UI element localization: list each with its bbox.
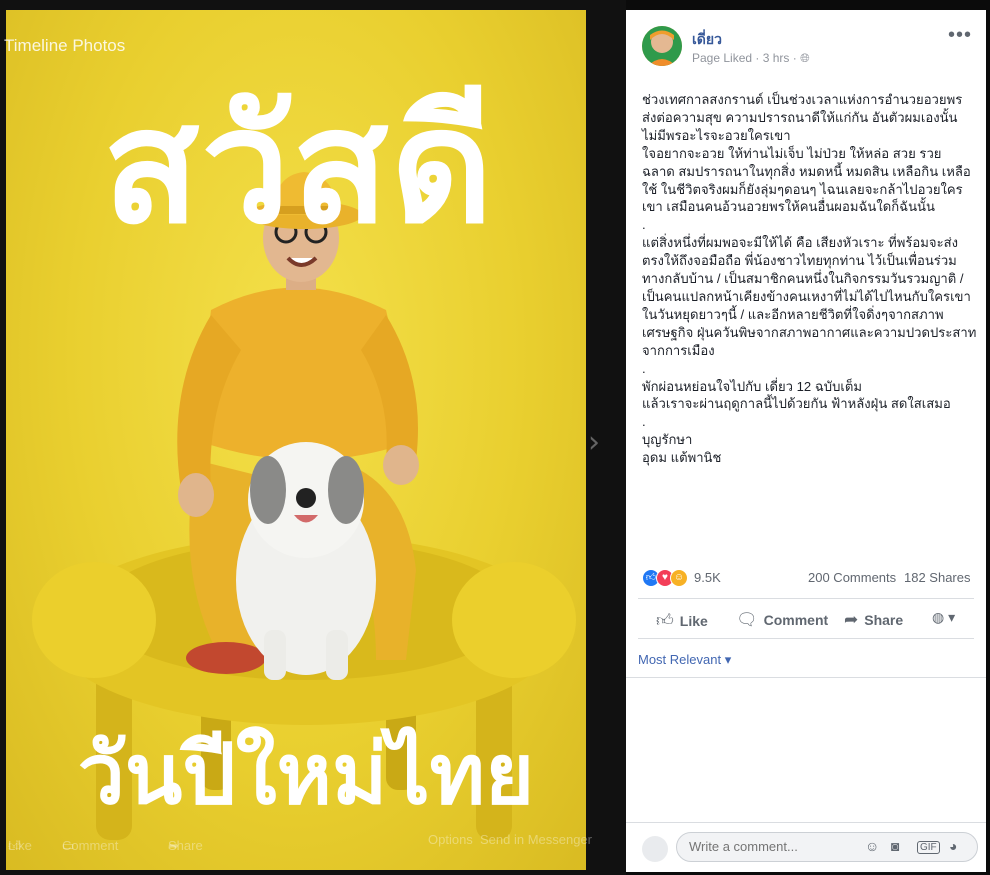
photo-headline-bottom: วันปีใหม่ไทย [77,725,535,823]
share-button[interactable]: ➦ Share [844,610,903,630]
send-in-messenger-link[interactable]: Send in Messenger [480,832,592,847]
thumbs-up-icon: 👍︎ [656,611,674,630]
like-label: Like [679,613,708,629]
gif-icon[interactable]: GIF [917,841,940,854]
author-avatar-image [642,26,682,66]
author-avatar[interactable] [642,26,682,66]
divider [626,822,986,823]
comment-composer[interactable]: ☺ ◙ GIF ◕ [676,832,978,862]
post-body: ช่วงเทศกาลสงกรานต์ เป็นช่วงเวลาแห่งการอำ… [642,92,977,466]
photo-share-label: Share [168,838,203,853]
globe-icon: 🌐︎ [800,51,810,65]
camera-icon[interactable]: ◙ [891,838,899,854]
chevron-down-icon: ▾ [724,652,732,667]
divider [626,677,986,678]
post-photo[interactable]: สวัสดี วันปีใหม่ไทย [6,10,586,870]
post-side-panel: เดี่ยว Page Liked · 3 hrs · 🌐︎ ••• ช่วงเ… [626,10,986,872]
post-time[interactable]: 3 hrs [763,51,790,65]
emoji-icon[interactable]: ☺ [865,838,879,854]
share-arrow-icon: ➦ [844,610,859,629]
author-name[interactable]: เดี่ยว [692,29,722,51]
photo-like-label: Like [8,838,32,853]
photo-headline-top: สวัสดี [102,75,496,259]
chevron-down-icon: ▾ [948,609,956,625]
post-meta: Page Liked · 3 hrs · 🌐︎ [692,51,810,65]
comment-input[interactable] [687,838,851,855]
more-options-icon[interactable]: ••• [948,24,972,47]
share-label: Share [864,612,904,628]
photo-viewer: สวัสดี วันปีใหม่ไทย Timeline Photos › 👍︎… [0,0,626,875]
reaction-summary[interactable]: 👍︎ ♥ ☺ 9.5K 200 Comments 182 Shares [642,569,972,587]
page-liked-status: Page Liked [692,51,753,65]
comment-label: Comment [763,612,829,628]
shares-count[interactable]: 182 Shares [904,570,971,585]
divider [638,598,974,599]
comment-button[interactable]: 🗨︎ Comment [736,610,828,630]
reaction-count[interactable]: 9.5K [694,570,721,585]
sort-label: Most Relevant [638,652,722,667]
photo-options-link[interactable]: Options [428,832,473,847]
comments-count[interactable]: 200 Comments [808,570,896,585]
divider [638,638,974,639]
haha-reaction-icon: ☺ [670,569,688,587]
like-button[interactable]: 👍︎ Like [656,610,708,630]
photo-comment-label: Comment [62,838,119,853]
comment-sort-dropdown[interactable]: Most Relevant ▾ [638,652,731,668]
audience-selector[interactable]: ◍ ▾ [932,609,955,626]
next-photo-icon[interactable]: › [588,425,600,460]
speech-bubble-icon: 🗨︎ [736,610,758,629]
timeline-photos-label[interactable]: Timeline Photos [4,36,125,56]
photo-action-bar: 👍︎ Like ▭ Comment ➦ Share Options Send i… [0,826,626,856]
profile-avatar-icon: ◍ [932,609,945,625]
sticker-icon[interactable]: ◕ [949,838,957,854]
viewer-avatar [642,836,668,862]
